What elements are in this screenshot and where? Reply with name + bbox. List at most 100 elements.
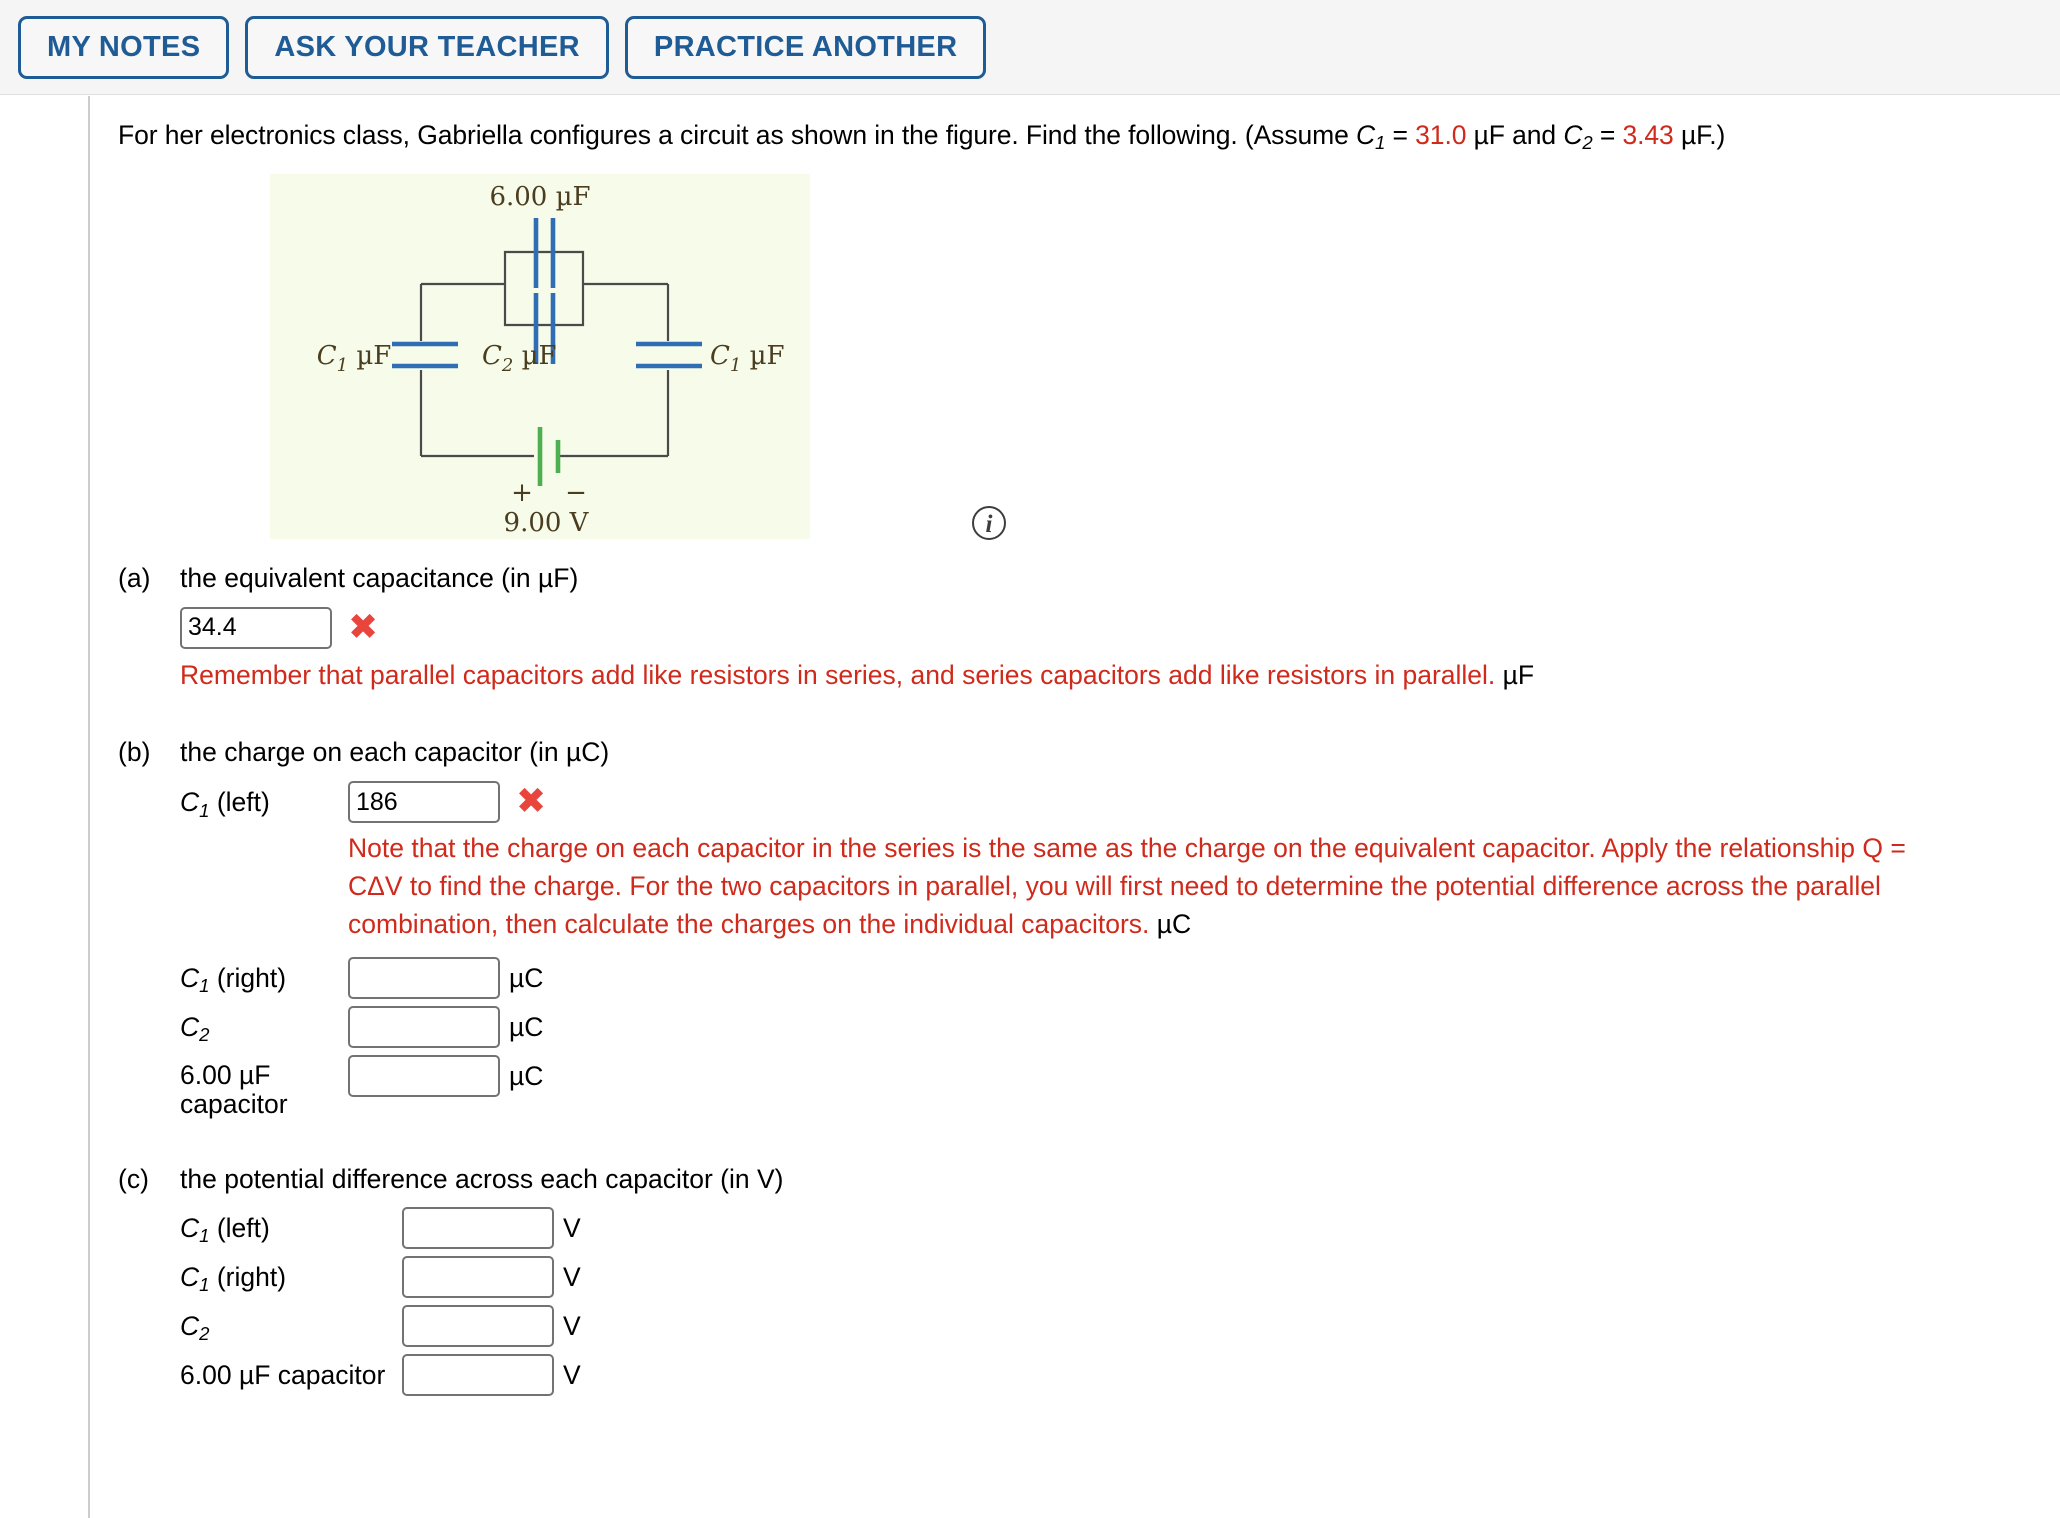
- part-b-label-c1-left: C1 (left): [180, 781, 348, 824]
- battery-voltage-label: 9.00 V: [504, 508, 590, 538]
- part-b-answer-area: C1 (left) ✖ Note that the charge on each…: [180, 781, 2048, 1119]
- part-b-input-c2[interactable]: [348, 1006, 500, 1049]
- label-subscript: 2: [199, 1024, 210, 1046]
- label-subscript: 2: [199, 1322, 210, 1344]
- part-b-unit-six-uf: µC: [509, 1061, 544, 1092]
- part-c-row-six-uf: 6.00 µF capacitor V: [180, 1353, 2048, 1396]
- problem-statement: For her electronics class, Gabriella con…: [118, 96, 2048, 154]
- statement-intro: For her electronics class, Gabriella con…: [118, 120, 1356, 150]
- part-b-label-six-uf: 6.00 µF capacitor: [180, 1060, 288, 1120]
- part-c-input-six-uf[interactable]: [402, 1353, 554, 1396]
- part-b-row-c1-left: C1 (left) ✖: [180, 781, 2048, 824]
- part-a-feedback-unit: µF: [1502, 659, 1535, 690]
- part-b-feedback-unit: µC: [1156, 908, 1192, 939]
- part-a-answer-row: ✖: [180, 606, 2048, 649]
- equals-2: =: [1592, 120, 1623, 150]
- part-b-letter: (b): [118, 737, 151, 768]
- figure-container: 6.00 µF C1 µF C2 µF C1 µF + − 9.00 V i: [270, 174, 1350, 554]
- part-c-label-c1-left: C1 (left): [180, 1207, 402, 1250]
- label-subscript: 1: [199, 799, 210, 821]
- c1-value: 31.0: [1415, 120, 1467, 150]
- part-a-letter: (a): [118, 563, 151, 594]
- part-c-header: (c) the potential difference across each…: [118, 1163, 2048, 1196]
- part-c-label-c1-right: C1 (right): [180, 1256, 402, 1299]
- part-b-row-six-uf: 6.00 µF capacitor µC: [180, 1055, 2048, 1119]
- part-c-letter: (c): [118, 1164, 149, 1195]
- label-rest: (left): [209, 787, 270, 818]
- label-rest: (left): [209, 1212, 270, 1243]
- part-c-row-c2: C2 V: [180, 1304, 2048, 1348]
- part-a-answer-area: ✖ Remember that parallel capacitors add …: [180, 606, 2048, 695]
- right-capacitor-label: C1 µF: [710, 341, 785, 376]
- part-c-input-c1-right[interactable]: [402, 1255, 554, 1298]
- label-subscript: 1: [199, 1273, 210, 1295]
- part-b-label-c1-right: C1 (right): [180, 957, 348, 1000]
- c2-symbol: C: [1563, 120, 1583, 150]
- part-a-header: (a) the equivalent capacitance (in µF): [118, 562, 2048, 595]
- part-b-header: (b) the charge on each capacitor (in µC): [118, 736, 2048, 769]
- unit-uf-2: µF.): [1673, 120, 1726, 150]
- battery-symbol: [537, 427, 561, 487]
- part-c-input-c1-left[interactable]: [402, 1206, 554, 1249]
- part-a-incorrect-icon: ✖: [348, 606, 379, 648]
- part-b-input-c1-left[interactable]: [348, 781, 500, 824]
- label-symbol: C: [180, 1261, 200, 1292]
- practice-another-button[interactable]: PRACTICE ANOTHER: [624, 15, 987, 79]
- circuit-svg: 6.00 µF C1 µF C2 µF C1 µF + − 9.00 V: [317, 182, 785, 538]
- circuit-labels: 6.00 µF C1 µF C2 µF C1 µF + − 9.00 V: [317, 182, 785, 538]
- part-a-feedback: Remember that parallel capacitors add li…: [180, 657, 2048, 695]
- part-b-row-c1-right: C1 (right) µC: [180, 957, 2048, 1000]
- assignment-toolbar: MY NOTES ASK YOUR TEACHER PRACTICE ANOTH…: [0, 0, 2060, 95]
- part-c-input-c2[interactable]: [402, 1304, 554, 1347]
- my-notes-button[interactable]: MY NOTES: [18, 15, 230, 79]
- part-b-unit-c1-right: µC: [509, 963, 544, 994]
- part-a-text: the equivalent capacitance (in µF): [180, 563, 579, 594]
- battery-minus-label: −: [565, 478, 587, 508]
- part-c-row-c1-right: C1 (right) V: [180, 1255, 2048, 1299]
- part-c-row-c1-left: C1 (left) V: [180, 1206, 2048, 1250]
- top-capacitor-label: 6.00 µF: [489, 182, 590, 212]
- part-b-input-c1-right[interactable]: [348, 957, 500, 1000]
- part-c-text: the potential difference across each cap…: [180, 1164, 784, 1195]
- content-left-divider: [88, 96, 90, 1518]
- part-b-text: the charge on each capacitor (in µC): [180, 737, 610, 768]
- middle-capacitor-label: C2 µF: [482, 341, 557, 376]
- part-c-answer-area: C1 (left) V C1 (right) V C2 V 6.00 µF ca…: [180, 1206, 2048, 1396]
- part-b-label-c2: C2: [180, 1006, 348, 1049]
- label-symbol: C: [180, 1310, 200, 1341]
- left-c1-capacitor-plates: [392, 342, 458, 369]
- part-c-label-six-uf: 6.00 µF capacitor: [180, 1359, 386, 1390]
- ask-your-teacher-button[interactable]: ASK YOUR TEACHER: [245, 15, 609, 79]
- capacitor-circuit-diagram: 6.00 µF C1 µF C2 µF C1 µF + − 9.00 V: [270, 174, 810, 540]
- label-rest: (right): [209, 1261, 287, 1292]
- part-c: (c) the potential difference across each…: [118, 1163, 2048, 1396]
- unit-uf-1: µF and: [1466, 120, 1564, 150]
- battery-plus-label: +: [511, 478, 533, 508]
- part-a: (a) the equivalent capacitance (in µF) ✖…: [118, 562, 2048, 694]
- part-b-row-c2: C2 µC: [180, 1006, 2048, 1049]
- part-c-unit-c1-left: V: [563, 1212, 581, 1243]
- part-b: (b) the charge on each capacitor (in µC)…: [118, 736, 2048, 1119]
- left-capacitor-label: C1 µF: [317, 341, 392, 376]
- part-a-input[interactable]: [180, 606, 332, 649]
- c1-subscript: 1: [1375, 132, 1386, 154]
- part-a-feedback-text: Remember that parallel capacitors add li…: [180, 659, 1496, 690]
- question-content: For her electronics class, Gabriella con…: [118, 96, 2048, 1396]
- part-b-input-six-uf[interactable]: [348, 1055, 500, 1098]
- label-subscript: 1: [199, 975, 210, 997]
- part-b-feedback: Note that the charge on each capacitor i…: [348, 830, 1958, 943]
- label-subscript: 1: [199, 1224, 210, 1246]
- part-c-unit-c1-right: V: [563, 1261, 581, 1292]
- part-c-unit-six-uf: V: [563, 1359, 581, 1390]
- label-symbol: C: [180, 1212, 200, 1243]
- right-c1-capacitor-plates: [636, 342, 702, 369]
- equals-1: =: [1385, 120, 1416, 150]
- label-rest: (right): [209, 963, 287, 994]
- label-symbol: C: [180, 963, 200, 994]
- c1-symbol: C: [1356, 120, 1376, 150]
- part-c-unit-c2: V: [563, 1310, 581, 1341]
- info-icon[interactable]: i: [972, 506, 1006, 541]
- part-b-feedback-text: Note that the charge on each capacitor i…: [348, 833, 1906, 939]
- part-b-unit-c2: µC: [509, 1012, 544, 1043]
- c2-value: 3.43: [1622, 120, 1674, 150]
